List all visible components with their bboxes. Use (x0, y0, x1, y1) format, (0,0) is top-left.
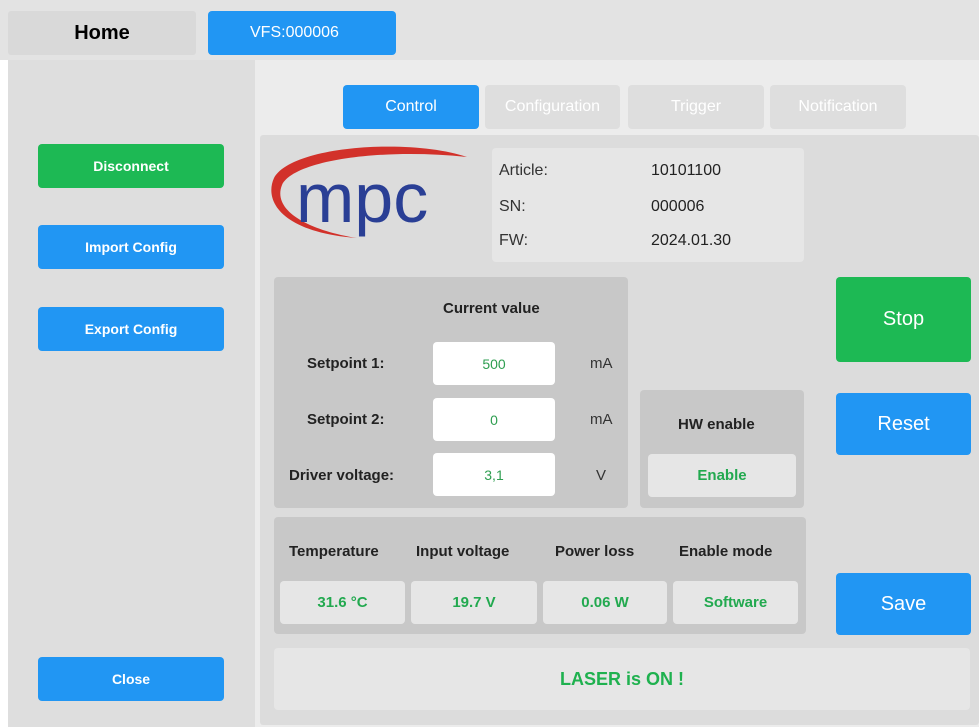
export-config-button[interactable]: Export Config (38, 307, 224, 351)
setpoint1-input[interactable]: 500 (433, 342, 555, 385)
enable-mode-header: Enable mode (679, 543, 773, 560)
device-tab[interactable]: VFS:000006 (208, 11, 396, 55)
temperature-value: 31.6 °C (280, 581, 405, 624)
sn-label: SN: (499, 198, 526, 215)
mpc-logo: mpc (271, 146, 467, 238)
home-tab[interactable]: Home (8, 11, 196, 55)
current-value-header: Current value (443, 300, 540, 317)
logo-text: mpc (296, 159, 428, 237)
tab-configuration[interactable]: Configuration (485, 85, 620, 129)
enable-mode-value: Software (673, 581, 798, 624)
article-label: Article: (499, 162, 548, 179)
temperature-header: Temperature (289, 543, 379, 560)
setpoint2-label: Setpoint 2: (307, 411, 385, 428)
stop-button[interactable]: Stop (836, 277, 971, 362)
power-loss-value: 0.06 W (543, 581, 667, 624)
input-voltage-header: Input voltage (416, 543, 510, 560)
driver-voltage-unit: V (596, 467, 607, 484)
reset-button[interactable]: Reset (836, 393, 971, 455)
tab-notification[interactable]: Notification (770, 85, 906, 129)
setpoint2-input[interactable]: 0 (433, 398, 555, 441)
close-button[interactable]: Close (38, 657, 224, 701)
setpoint1-label: Setpoint 1: (307, 355, 385, 372)
hw-enable-value: Enable (648, 454, 796, 497)
driver-voltage-input[interactable]: 3,1 (433, 453, 555, 496)
driver-voltage-label: Driver voltage: (289, 467, 395, 484)
tab-trigger[interactable]: Trigger (628, 85, 764, 129)
setpoint1-unit: mA (590, 355, 613, 372)
save-button[interactable]: Save (836, 573, 971, 635)
input-voltage-value: 19.7 V (411, 581, 537, 624)
import-config-button[interactable]: Import Config (38, 225, 224, 269)
fw-value: 2024.01.30 (651, 232, 732, 249)
disconnect-button[interactable]: Disconnect (38, 144, 224, 188)
fw-label: FW: (499, 232, 529, 249)
tab-control[interactable]: Control (343, 85, 479, 129)
sn-value: 000006 (651, 198, 705, 215)
article-value: 10101100 (651, 162, 721, 179)
laser-status-message: LASER is ON ! (274, 648, 970, 710)
power-loss-header: Power loss (555, 543, 635, 560)
setpoint2-unit: mA (590, 411, 613, 428)
hw-enable-label: HW enable (678, 416, 755, 433)
